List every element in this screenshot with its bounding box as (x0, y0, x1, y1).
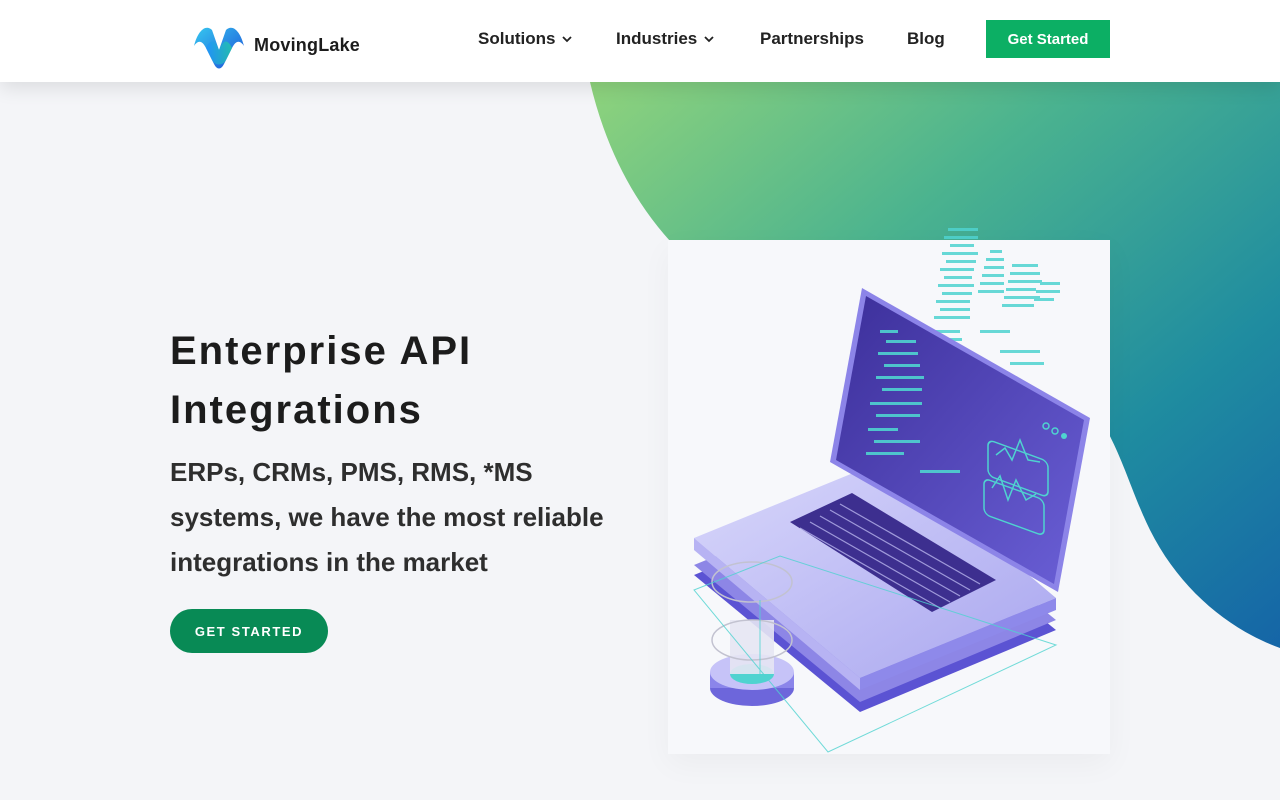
hero-get-started-button[interactable]: GET STARTED (170, 609, 328, 653)
nav-item-partnerships[interactable]: Partnerships (760, 27, 864, 51)
hero-subtitle-line: integrations in the market (170, 547, 488, 577)
hero-title-line: Integrations (170, 388, 423, 432)
brand-logo[interactable]: MovingLake (192, 20, 360, 70)
nav-item-blog[interactable]: Blog (907, 27, 945, 51)
nav-item-label: Solutions (478, 29, 556, 48)
brand-name: MovingLake (254, 34, 361, 55)
chevron-down-icon (704, 36, 714, 43)
get-started-button[interactable]: Get Started (986, 20, 1110, 58)
hero-title: Enterprise API Integrations (170, 322, 670, 440)
chevron-down-icon (562, 36, 573, 43)
nav-item-label: Industries (616, 29, 698, 48)
site-header: MovingLake Solutions Industries Partners… (0, 0, 1280, 82)
hero-subtitle-line: systems, we have the most reliable (170, 502, 604, 532)
nav-item-industries[interactable]: Industries (616, 27, 715, 51)
movinglake-logo-icon (194, 27, 244, 69)
nav-item-solutions[interactable]: Solutions (478, 27, 573, 51)
nav-item-label: Partnerships (760, 29, 864, 48)
laptop-illustration (693, 228, 1090, 753)
hero-subtitle-line: ERPs, CRMs, PMS, RMS, *MS (170, 457, 533, 487)
hero-title-line: Enterprise API (170, 329, 473, 373)
hero-subtitle: ERPs, CRMs, PMS, RMS, *MS systems, we ha… (170, 450, 670, 585)
nav-item-label: Blog (907, 29, 945, 48)
